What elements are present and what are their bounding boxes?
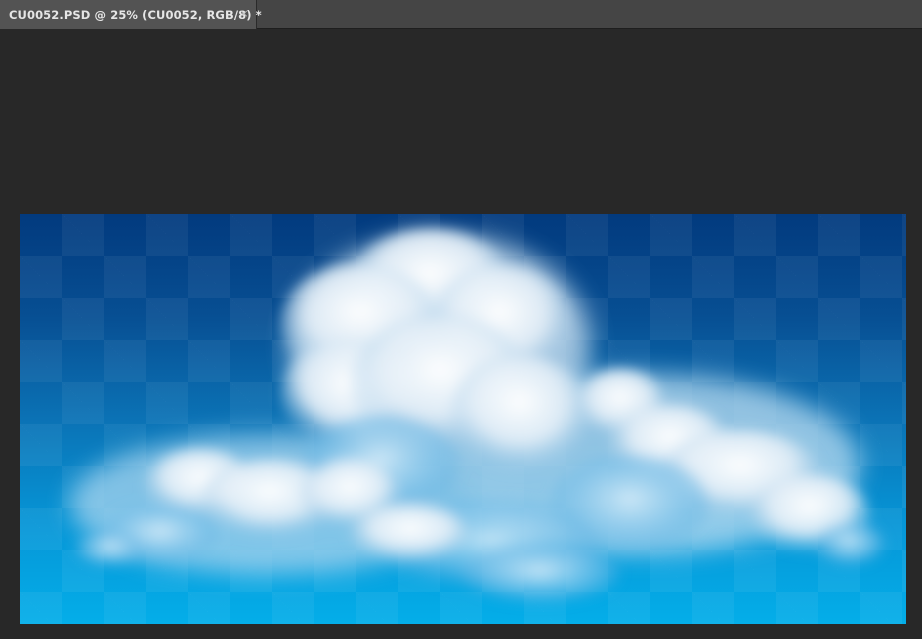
cloud-artwork xyxy=(70,229,885,604)
document-tab-title: CU0052.PSD @ 25% (CU0052, RGB/8) * xyxy=(9,7,262,22)
close-icon[interactable]: × xyxy=(237,7,251,21)
document-tab-bar: CU0052.PSD @ 25% (CU0052, RGB/8) * × xyxy=(0,0,922,29)
canvas-workspace[interactable] xyxy=(0,29,922,639)
document-canvas[interactable] xyxy=(20,214,906,624)
document-tab[interactable]: CU0052.PSD @ 25% (CU0052, RGB/8) * × xyxy=(0,0,262,29)
